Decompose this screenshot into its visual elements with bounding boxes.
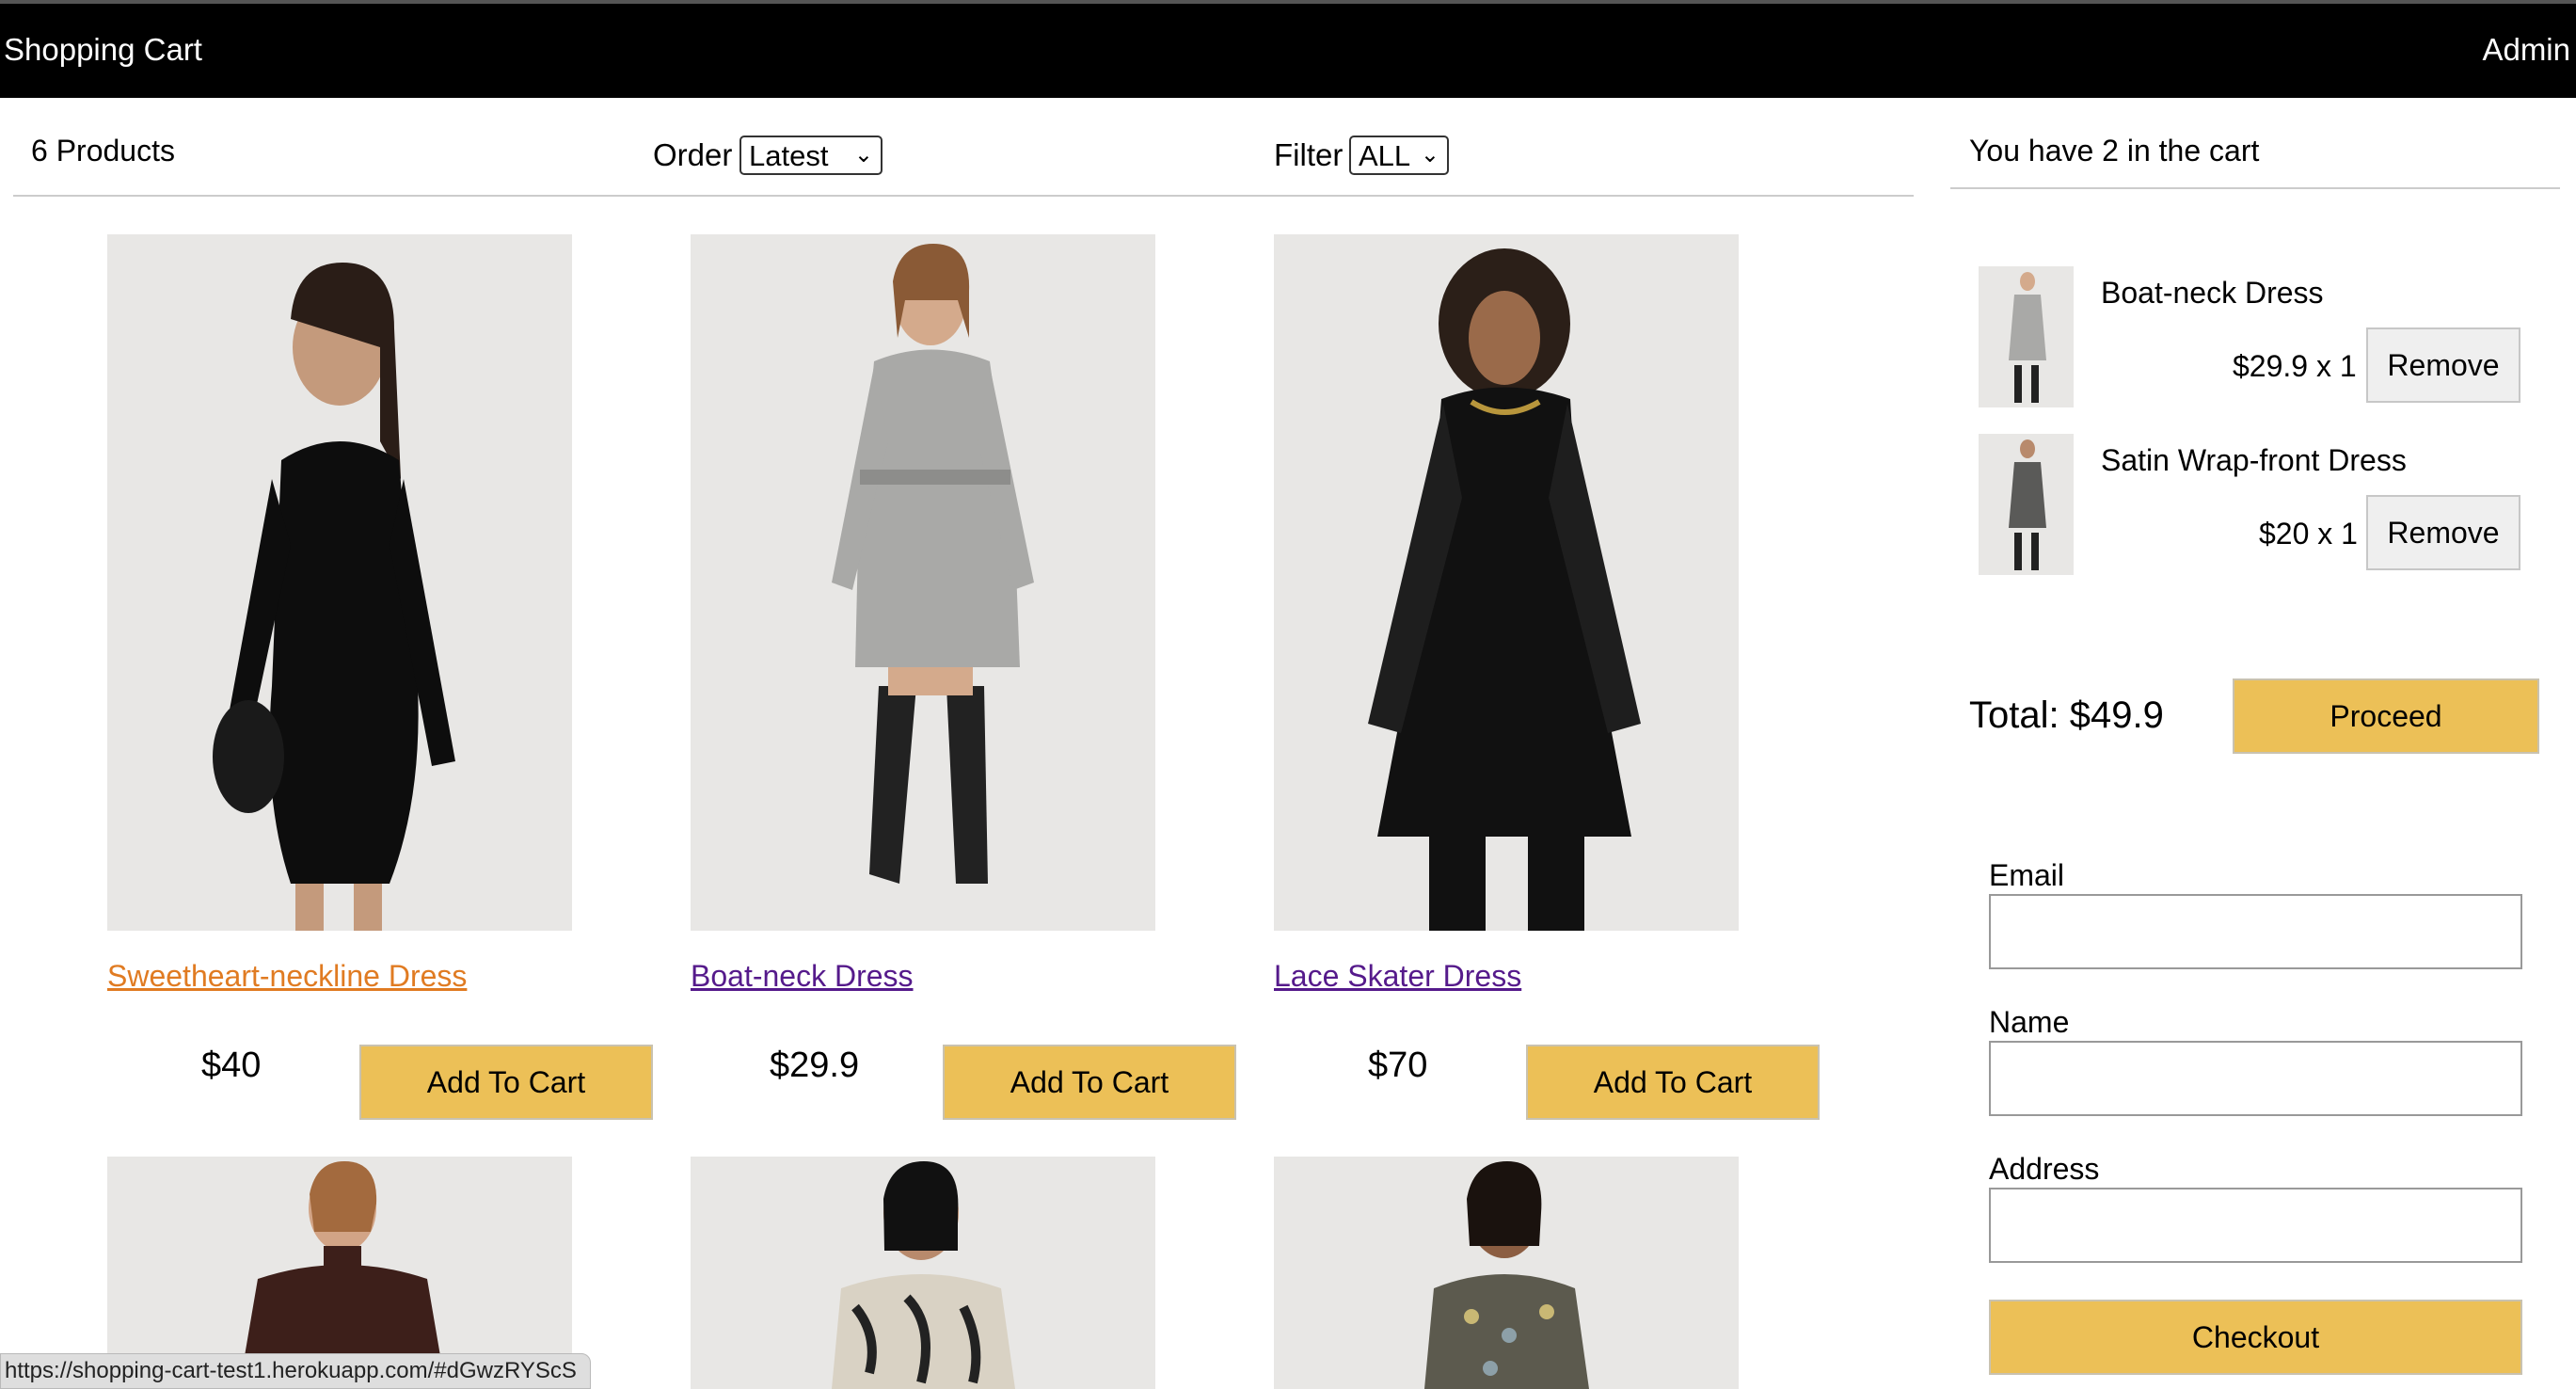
cart-item: Satin Wrap-front Dress $20 x 1 Remove <box>1979 434 2543 584</box>
product-price: $70 <box>1368 1046 1428 1085</box>
remove-button[interactable]: Remove <box>2366 327 2520 403</box>
cart-item-thumbnail <box>1979 266 2074 407</box>
add-to-cart-button[interactable]: Add To Cart <box>359 1045 653 1120</box>
product-title-link[interactable]: Sweetheart-neckline Dress <box>107 959 467 994</box>
order-select[interactable]: Latest ⌄ <box>739 136 883 175</box>
address-field[interactable] <box>1989 1188 2522 1263</box>
cart-summary: You have 2 in the cart <box>1969 134 2260 168</box>
dress-photo <box>1424 1161 1589 1389</box>
name-field[interactable] <box>1989 1041 2522 1116</box>
filter-select[interactable]: ALL ⌄ <box>1349 136 1449 175</box>
product-count: 6 Products <box>31 134 175 168</box>
filter-label: Filter <box>1274 137 1344 172</box>
link-status-bar: https://shopping-cart-test1.herokuapp.co… <box>0 1353 591 1389</box>
add-to-cart-button[interactable]: Add To Cart <box>1526 1045 1820 1120</box>
product-card: Boat-neck Dress $29.9 Add To Cart <box>691 234 1274 1175</box>
order-label: Order <box>653 137 733 172</box>
dress-photo <box>213 263 455 931</box>
product-card: Sweetheart-neckline Dress $40 Add To Car… <box>107 234 691 1175</box>
admin-link[interactable]: Admin <box>2482 32 2570 68</box>
app-header: Shopping Cart Admin <box>0 4 2576 98</box>
chevron-down-icon: ⌄ <box>853 142 873 168</box>
filter-select-value: ALL <box>1359 139 1411 172</box>
remove-button[interactable]: Remove <box>2366 495 2520 570</box>
checkout-button[interactable]: Checkout <box>1989 1300 2522 1375</box>
chevron-down-icon: ⌄ <box>1420 142 1439 168</box>
toolbar-divider <box>13 195 1914 197</box>
app-title[interactable]: Shopping Cart <box>4 32 202 68</box>
cart-item-thumbnail <box>1979 434 2074 575</box>
product-price: $40 <box>201 1046 262 1085</box>
cart-divider <box>1950 187 2560 189</box>
cart-total: Total: $49.9 <box>1969 694 2164 736</box>
proceed-button[interactable]: Proceed <box>2233 679 2539 754</box>
add-to-cart-button[interactable]: Add To Cart <box>943 1045 1236 1120</box>
email-field[interactable] <box>1989 894 2522 969</box>
dress-photo <box>1368 248 1641 931</box>
product-image[interactable] <box>691 234 1155 931</box>
cart-item-name: Satin Wrap-front Dress <box>2101 443 2407 477</box>
product-image[interactable] <box>1274 1157 1739 1389</box>
product-image[interactable] <box>107 234 572 931</box>
dress-photo <box>832 244 1034 884</box>
order-select-value: Latest <box>749 139 829 172</box>
product-title-link[interactable]: Lace Skater Dress <box>1274 959 1521 994</box>
email-label: Email <box>1989 858 2065 892</box>
cart-item: Boat-neck Dress $29.9 x 1 Remove <box>1979 266 2543 417</box>
product-image[interactable] <box>691 1157 1155 1389</box>
cart-item-qty: $29.9 x 1 <box>2233 349 2357 383</box>
product-price: $29.9 <box>770 1046 860 1085</box>
product-title-link[interactable]: Boat-neck Dress <box>691 959 914 994</box>
cart-item-qty: $20 x 1 <box>2259 517 2358 551</box>
product-image[interactable] <box>1274 234 1739 931</box>
cart-item-name: Boat-neck Dress <box>2101 276 2324 310</box>
product-card: Lace Skater Dress $70 Add To Cart <box>1274 234 1857 1175</box>
dress-photo <box>832 1161 1015 1389</box>
name-label: Name <box>1989 1005 2070 1039</box>
address-label: Address <box>1989 1152 2100 1186</box>
